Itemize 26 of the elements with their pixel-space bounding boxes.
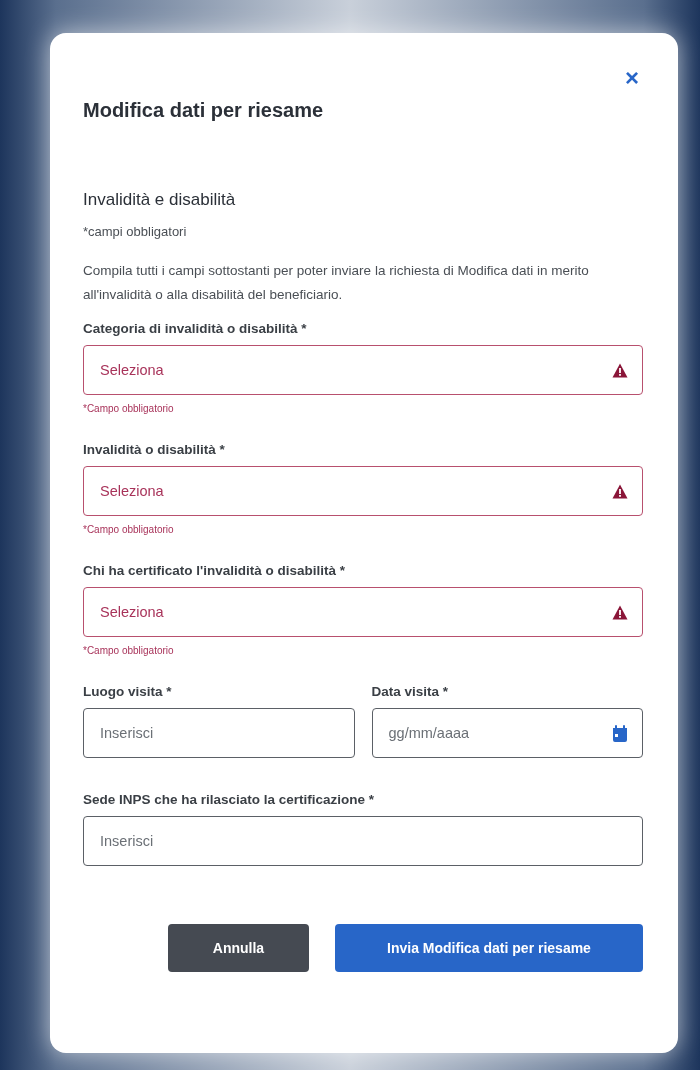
field-label: Luogo visita *	[83, 684, 173, 699]
calendar-icon[interactable]	[612, 724, 628, 742]
dialog-title: Modifica dati per riesame	[83, 99, 325, 122]
error-message: *Campo obbligatorio	[83, 403, 175, 414]
field-label: Data visita *	[371, 684, 450, 699]
cancel-button[interactable]: Annulla	[168, 924, 309, 972]
select-field[interactable]: Seleziona	[83, 345, 643, 395]
intro-text: Compila tutti i campi sottostanti per poter inviare la richiesta di Modifica dati in merito all'invalidità o alla disabilità del beneficiario.	[83, 262, 590, 304]
field-label: Categoria di invalidità o disabilità *	[83, 321, 308, 336]
required-note: *campi obbligatori	[83, 224, 188, 239]
date-field[interactable]: gg/mm/aaaa	[371, 708, 643, 758]
field-label: Invalidità o disabilità *	[83, 442, 226, 457]
input-field[interactable]: Inserisci	[83, 708, 355, 758]
field-label: Sede INPS che ha rilasciato la certificazione *	[83, 792, 376, 807]
error-message: *Campo obbligatorio	[83, 524, 175, 535]
warning-icon	[612, 362, 628, 378]
warning-icon	[612, 483, 628, 499]
section-heading: Invalidità e disabilità	[83, 190, 237, 210]
field-label: Chi ha certificato l'invalidità o disabilità *	[83, 563, 347, 578]
select-field[interactable]: Seleziona	[83, 587, 643, 637]
warning-icon	[612, 604, 628, 620]
select-field[interactable]: Seleziona	[83, 466, 643, 516]
submit-button[interactable]: Invia Modifica dati per riesame	[335, 924, 643, 972]
input-field[interactable]: Inserisci	[83, 816, 643, 866]
close-button[interactable]: ×	[621, 63, 643, 93]
error-message: *Campo obbligatorio	[83, 645, 175, 656]
